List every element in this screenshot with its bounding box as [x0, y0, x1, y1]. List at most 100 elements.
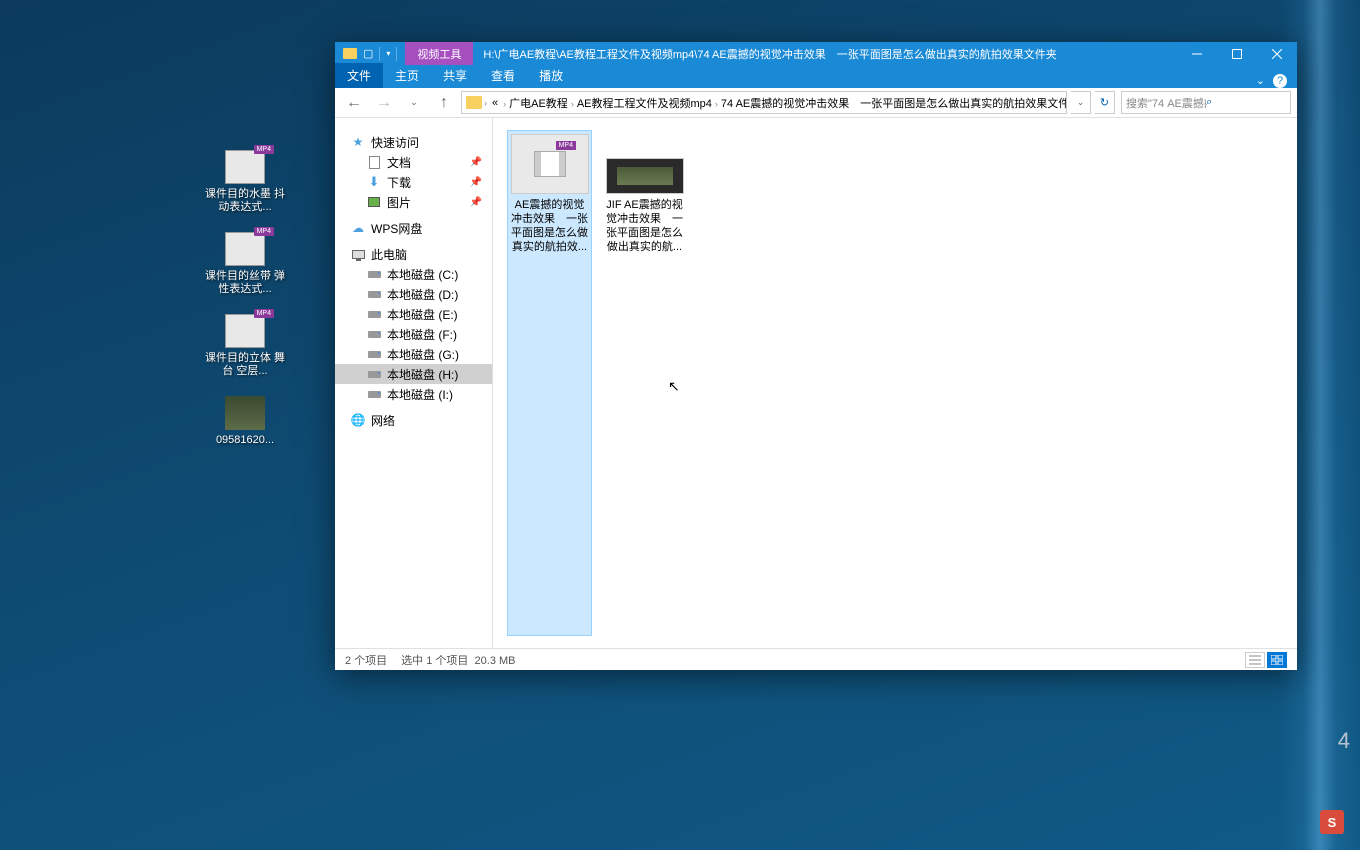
desktop-icon[interactable]: 课件目的立体 舞台 空层...: [200, 314, 290, 378]
sidebar-drive[interactable]: 本地磁盘 (D:): [335, 284, 492, 304]
desktop-icons-column: 课件目的水墨 抖动表达式... 课件目的丝带 弹性表达式... 课件目的立体 舞台 …: [200, 150, 290, 447]
sidebar-item-icon: [367, 195, 381, 209]
sidebar-quick-item[interactable]: 文档 📌: [335, 152, 492, 172]
breadcrumb-bar[interactable]: › « ›广电AE教程›AE教程工程文件及视频mp4›74 AE震撼的视觉冲击效…: [461, 91, 1067, 114]
breadcrumb-overflow[interactable]: «: [489, 95, 501, 111]
sidebar-drive[interactable]: 本地磁盘 (F:): [335, 324, 492, 344]
sidebar-this-pc[interactable]: 此电脑: [335, 244, 492, 264]
desktop-icon[interactable]: 课件目的丝带 弹性表达式...: [200, 232, 290, 296]
tab-play[interactable]: 播放: [527, 63, 575, 88]
separator: [396, 47, 397, 61]
nav-back-button[interactable]: ←: [341, 91, 367, 115]
tray-app-icon[interactable]: S: [1320, 810, 1344, 834]
tab-file[interactable]: 文件: [335, 63, 383, 88]
sidebar-drive[interactable]: 本地磁盘 (G:): [335, 344, 492, 364]
tab-home[interactable]: 主页: [383, 63, 431, 88]
status-bar: 2 个项目 选中 1 个项目 20.3 MB: [335, 648, 1297, 670]
breadcrumb-item[interactable]: 74 AE震撼的视觉冲击效果 一张平面图是怎么做出真实的航拍效果文件夹: [718, 96, 1067, 112]
nav-forward-button[interactable]: →: [371, 91, 397, 115]
details-view-button[interactable]: [1245, 652, 1265, 668]
window-controls: [1177, 42, 1297, 65]
sidebar-drive[interactable]: 本地磁盘 (E:): [335, 304, 492, 324]
sidebar-item-label: 本地磁盘 (F:): [387, 326, 457, 343]
navigation-pane[interactable]: ★快速访问文档📌⬇下载📌图片📌☁WPS网盘此电脑本地磁盘 (C:)本地磁盘 (D…: [335, 118, 493, 648]
sidebar-quick-access[interactable]: ★快速访问: [335, 132, 492, 152]
minimize-button[interactable]: [1177, 42, 1217, 65]
overlay-number: 4: [1338, 728, 1350, 754]
sidebar-drive[interactable]: 本地磁盘 (H:): [335, 364, 492, 384]
breadcrumb-item[interactable]: 广电AE教程: [506, 96, 571, 112]
sidebar-item-icon: [367, 287, 381, 301]
contextual-tab[interactable]: 视频工具: [405, 42, 473, 65]
titlebar[interactable]: ▢ ▾ 视频工具 H:\广电AE教程\AE教程工程文件及视频mp4\74 AE震…: [335, 42, 1297, 65]
file-label: AE震撼的视觉冲击效果 一张平面图是怎么做真实的航拍效...: [511, 198, 588, 254]
sidebar-item-label: 本地磁盘 (H:): [387, 366, 458, 383]
sidebar-item-label: 本地磁盘 (E:): [387, 306, 458, 323]
sidebar-item-icon: [367, 387, 381, 401]
sidebar-item-icon: ⬇: [367, 175, 381, 189]
help-icon[interactable]: ?: [1273, 74, 1287, 88]
file-item[interactable]: AE震撼的视觉冲击效果 一张平面图是怎么做真实的航拍效...: [507, 130, 592, 636]
sidebar-item-label: 本地磁盘 (G:): [387, 346, 459, 363]
desktop-icon-label: 课件目的立体 舞台 空层...: [200, 352, 290, 378]
sidebar-drive[interactable]: 本地磁盘 (C:): [335, 264, 492, 284]
sidebar-item-icon: [367, 367, 381, 381]
status-item-count: 2 个项目: [345, 652, 387, 668]
breadcrumb-item[interactable]: AE教程工程文件及视频mp4: [574, 96, 715, 112]
ribbon-tabs: 文件 主页 共享 查看 播放 ⌄ ?: [335, 65, 1297, 88]
sidebar-item-label: 此电脑: [371, 246, 407, 263]
ribbon-collapse-icon[interactable]: ⌄: [1256, 74, 1265, 88]
separator: [379, 47, 380, 61]
address-dropdown-button[interactable]: ⌄: [1071, 91, 1091, 114]
ribbon-right: ⌄ ?: [1256, 74, 1297, 88]
window-title-path: H:\广电AE教程\AE教程工程文件及视频mp4\74 AE震撼的视觉冲击效果 …: [473, 46, 1177, 62]
explorer-body: ★快速访问文档📌⬇下载📌图片📌☁WPS网盘此电脑本地磁盘 (C:)本地磁盘 (D…: [335, 118, 1297, 648]
tab-view[interactable]: 查看: [479, 63, 527, 88]
sidebar-item-icon: 🌐: [351, 413, 365, 427]
sidebar-item-label: 文档: [387, 154, 411, 171]
nav-recent-dropdown[interactable]: ⌄: [401, 91, 427, 115]
desktop-background[interactable]: 课件目的水墨 抖动表达式... 课件目的丝带 弹性表达式... 课件目的立体 舞台 …: [0, 0, 1360, 850]
folder-icon: [466, 96, 482, 109]
explorer-window: ▢ ▾ 视频工具 H:\广电AE教程\AE教程工程文件及视频mp4\74 AE震…: [335, 42, 1297, 670]
sidebar-network[interactable]: 🌐 网络: [335, 410, 492, 430]
file-list-pane[interactable]: ↖ AE震撼的视觉冲击效果 一张平面图是怎么做真实的航拍效...JIF AE震撼…: [493, 118, 1297, 648]
desktop-icon[interactable]: 课件目的水墨 抖动表达式...: [200, 150, 290, 214]
refresh-button[interactable]: ↻: [1095, 91, 1115, 114]
sidebar-item-label: WPS网盘: [371, 220, 422, 237]
pin-icon: 📌: [470, 157, 482, 168]
qat-item[interactable]: ▢: [363, 47, 373, 60]
address-bar-row: ← → ⌄ ↑ › « ›广电AE教程›AE教程工程文件及视频mp4›74 AE…: [335, 88, 1297, 118]
tab-share[interactable]: 共享: [431, 63, 479, 88]
sidebar-item-icon: ★: [351, 135, 365, 149]
video-file-icon: [225, 314, 265, 348]
pin-icon: 📌: [470, 197, 482, 208]
search-input[interactable]: 搜索"74 AE震撼的视觉冲击... ⌕: [1121, 91, 1291, 114]
sidebar-quick-item[interactable]: 图片 📌: [335, 192, 492, 212]
file-item[interactable]: JIF AE震撼的视觉冲击效果 一张平面图是怎么做出真实的航...: [602, 130, 687, 636]
chevron-right-icon[interactable]: ›: [484, 98, 487, 108]
video-thumbnail-icon: [511, 134, 589, 194]
qat-dropdown-icon[interactable]: ▾: [386, 49, 390, 58]
search-icon[interactable]: ⌕: [1206, 96, 1286, 109]
sidebar-item-label: 本地磁盘 (C:): [387, 266, 458, 283]
pin-icon: 📌: [470, 177, 482, 188]
close-button[interactable]: [1257, 42, 1297, 65]
sidebar-item-label: 网络: [371, 412, 395, 429]
desktop-icon-label: 课件目的水墨 抖动表达式...: [200, 188, 290, 214]
nav-up-button[interactable]: ↑: [431, 91, 457, 115]
sidebar-drive[interactable]: 本地磁盘 (I:): [335, 384, 492, 404]
sidebar-item-label: 图片: [387, 194, 411, 211]
icons-view-button[interactable]: [1267, 652, 1287, 668]
status-selection: 选中 1 个项目 20.3 MB: [401, 652, 515, 668]
search-placeholder: 搜索"74 AE震撼的视觉冲击...: [1126, 95, 1206, 111]
view-switcher: [1245, 652, 1287, 668]
desktop-icon[interactable]: 09581620...: [200, 396, 290, 447]
sidebar-item-icon: [351, 247, 365, 261]
sidebar-quick-item[interactable]: ⬇下载📌: [335, 172, 492, 192]
sidebar-item-icon: [367, 155, 381, 169]
maximize-button[interactable]: [1217, 42, 1257, 65]
quick-access-toolbar: ▢ ▾: [335, 47, 405, 61]
desktop-icon-label: 09581620...: [216, 434, 274, 447]
sidebar-wps[interactable]: ☁WPS网盘: [335, 218, 492, 238]
